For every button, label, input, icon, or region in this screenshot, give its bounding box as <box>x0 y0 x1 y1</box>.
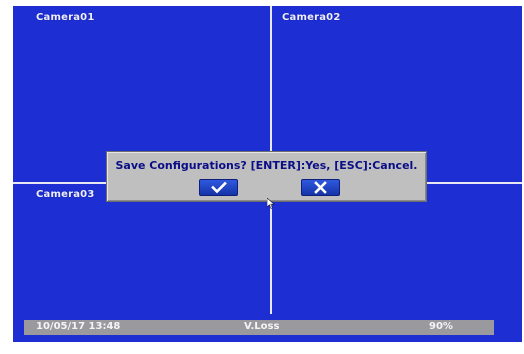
dialog-message: Save Configurations? [ENTER]:Yes, [ESC]:… <box>115 159 418 172</box>
camera-label-3: Camera03 <box>36 189 95 200</box>
status-signal: V.Loss <box>244 321 280 332</box>
cancel-button[interactable] <box>301 179 340 196</box>
camera-pane-3[interactable] <box>13 184 270 314</box>
camera-pane-4[interactable] <box>272 184 522 314</box>
checkmark-icon <box>211 181 227 194</box>
status-datetime: 10/05/17 13:48 <box>36 321 121 332</box>
x-icon <box>314 181 327 194</box>
dvr-screen: Camera01 Camera02 Camera03 Save Configur… <box>0 0 524 354</box>
status-storage-level: 90% <box>429 321 453 332</box>
camera-grid: Camera01 Camera02 Camera03 Save Configur… <box>13 6 522 342</box>
camera-label-2: Camera02 <box>282 12 341 23</box>
save-config-dialog: Save Configurations? [ENTER]:Yes, [ESC]:… <box>106 151 427 202</box>
camera-label-1: Camera01 <box>36 12 95 23</box>
status-bar: 10/05/17 13:48 V.Loss 90% <box>24 320 494 335</box>
confirm-button[interactable] <box>199 179 238 196</box>
mouse-pointer-icon <box>267 198 275 209</box>
